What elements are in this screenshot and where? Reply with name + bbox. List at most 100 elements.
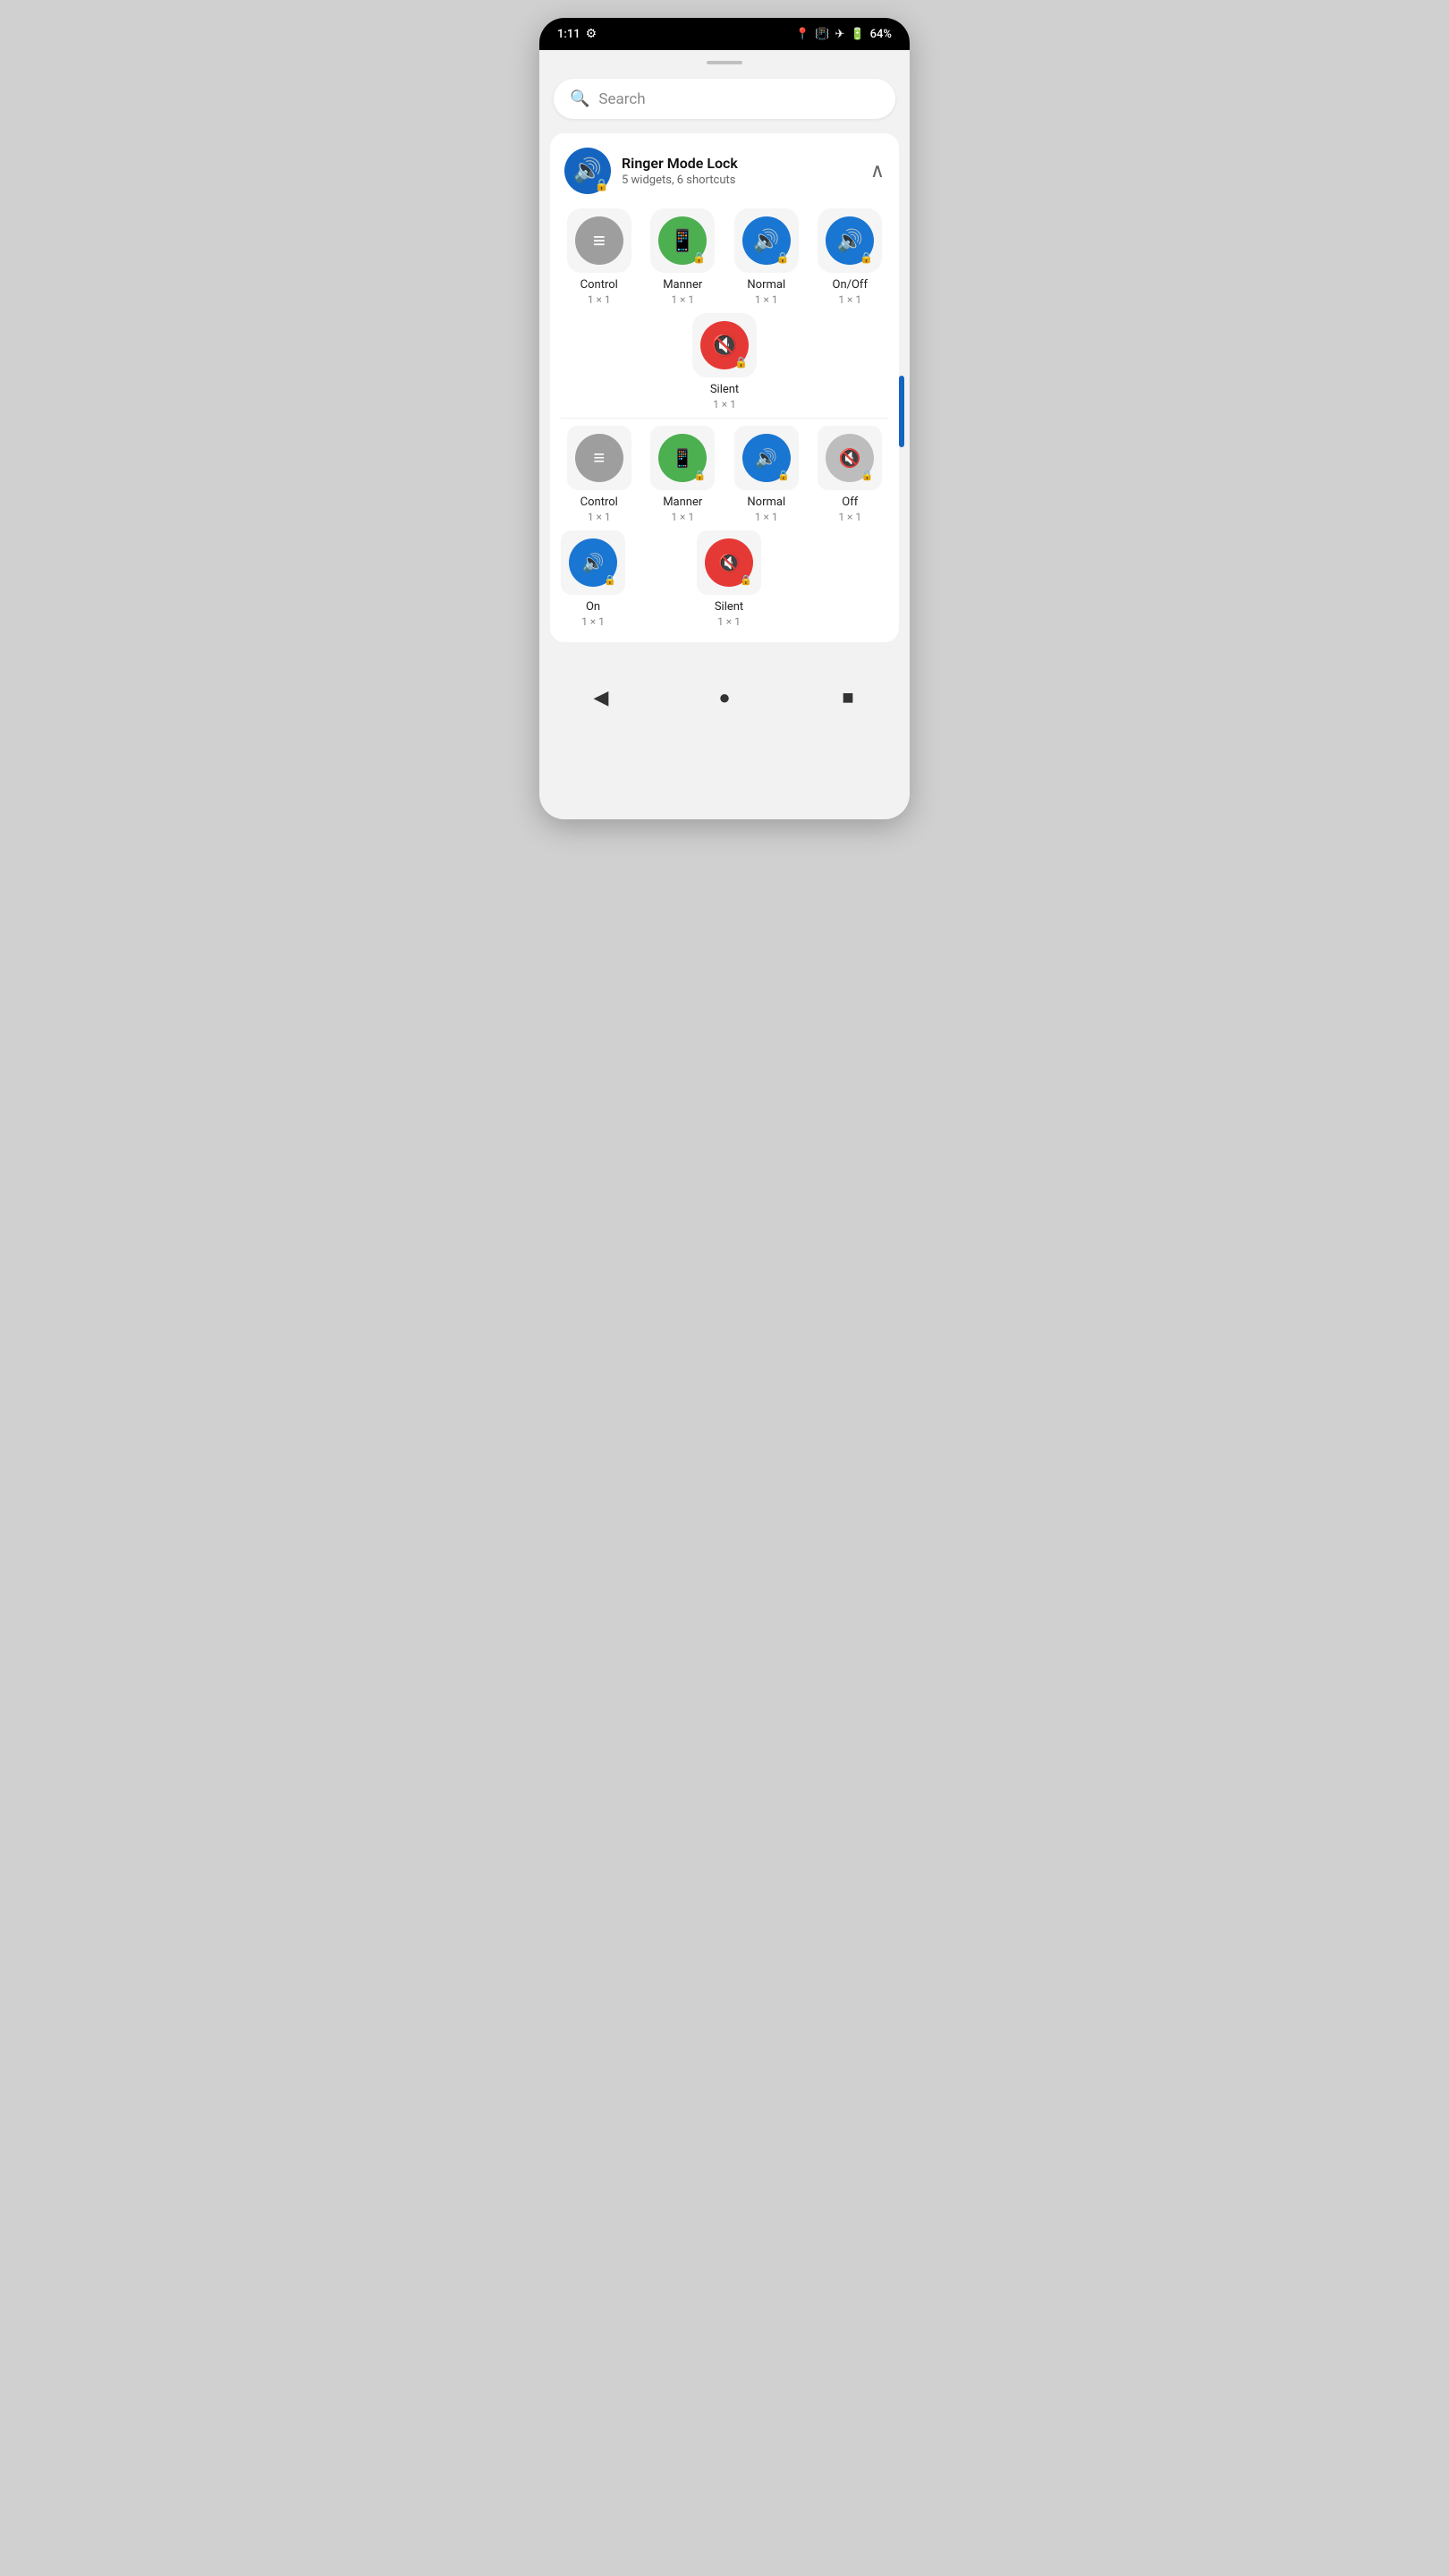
shortcut-normal-wrapper: 🔊 🔒	[734, 426, 799, 490]
shortcut-on[interactable]: 🔊 🔒 On 1 × 1	[561, 530, 625, 628]
widget-control-icon: ≡	[593, 228, 606, 254]
app-info: Ringer Mode Lock 5 widgets, 6 shortcuts	[622, 155, 738, 187]
widget-normal-size: 1 × 1	[755, 293, 778, 306]
shortcut-silent-icon: 🔇	[718, 552, 741, 573]
search-icon: 🔍	[570, 89, 589, 108]
collapse-icon[interactable]: ∧	[870, 160, 885, 182]
widget-silent-circle: 🔇 🔒	[700, 321, 749, 369]
widget-control-name: Control	[580, 278, 618, 292]
widget-onoff-icon: 🔊	[836, 228, 863, 253]
widget-normal-name: Normal	[747, 278, 785, 292]
widget-manner-wrapper: 📱 🔒	[650, 208, 715, 273]
widget-normal-circle: 🔊 🔒	[742, 216, 791, 265]
shortcut-control-size: 1 × 1	[588, 511, 611, 523]
settings-icon: ⚙	[586, 27, 597, 41]
widgets-grid-top: ≡ Control 1 × 1 📱 🔒 Manner 1 ×	[561, 208, 888, 306]
shortcut-manner-name: Manner	[663, 496, 702, 509]
search-box[interactable]: 🔍 Search	[554, 79, 895, 119]
widget-manner-size: 1 × 1	[671, 293, 694, 306]
widget-control[interactable]: ≡ Control 1 × 1	[561, 208, 638, 306]
app-header-left: 🔊 🔒 Ringer Mode Lock 5 widgets, 6 shortc…	[564, 148, 738, 194]
shortcut-manner-lock: 🔒	[694, 470, 707, 481]
airplane-icon: ✈	[835, 28, 845, 41]
status-right: 📍 📳 ✈ 🔋 64%	[795, 28, 892, 41]
recents-button[interactable]: ■	[830, 680, 866, 716]
shortcut-manner[interactable]: 📱 🔒 Manner 1 × 1	[645, 426, 722, 523]
back-button[interactable]: ◀	[583, 680, 619, 716]
shortcut-normal-lock: 🔒	[777, 470, 790, 481]
scrollbar[interactable]	[899, 376, 904, 447]
widget-silent[interactable]: 🔇 🔒 Silent 1 × 1	[692, 313, 757, 411]
shortcut-off-name: Off	[842, 496, 858, 509]
widget-onoff-lock: 🔒	[860, 251, 873, 264]
widget-manner-lock: 🔒	[692, 251, 706, 264]
home-button[interactable]: ●	[707, 680, 742, 716]
shortcut-silent-size: 1 × 1	[717, 615, 741, 628]
app-subtitle: 5 widgets, 6 shortcuts	[622, 174, 738, 187]
widget-control-wrapper: ≡	[567, 208, 631, 273]
shortcut-on-circle: 🔊 🔒	[569, 538, 617, 587]
app-title: Ringer Mode Lock	[622, 155, 738, 172]
shortcut-normal[interactable]: 🔊 🔒 Normal 1 × 1	[728, 426, 805, 523]
nav-bar: ◀ ● ■	[539, 671, 910, 730]
widget-normal-icon: 🔊	[753, 228, 780, 253]
widget-manner-circle: 📱 🔒	[658, 216, 707, 265]
shortcut-manner-size: 1 × 1	[671, 511, 694, 523]
widget-onoff-name: On/Off	[833, 278, 868, 292]
status-left: 1:11 ⚙	[557, 27, 597, 41]
widget-onoff-size: 1 × 1	[838, 293, 861, 306]
widget-manner-name: Manner	[663, 278, 702, 292]
shortcut-control-circle: ≡	[575, 434, 623, 482]
shortcut-manner-wrapper: 📱 🔒	[650, 426, 715, 490]
shortcut-on-size: 1 × 1	[581, 615, 605, 628]
phone-frame: 1:11 ⚙ 📍 📳 ✈ 🔋 64% 🔍 Search	[539, 18, 910, 819]
widget-onoff-circle: 🔊 🔒	[826, 216, 874, 265]
shortcut-control[interactable]: ≡ Control 1 × 1	[561, 426, 638, 523]
location-icon: 📍	[795, 28, 809, 41]
shortcut-off[interactable]: 🔇 🔒 Off 1 × 1	[812, 426, 889, 523]
shortcut-normal-name: Normal	[747, 496, 785, 509]
shortcut-silent[interactable]: 🔇 🔒 Silent 1 × 1	[697, 530, 761, 628]
battery-icon: 🔋	[850, 28, 864, 41]
widget-normal-wrapper: 🔊 🔒	[734, 208, 799, 273]
widget-manner[interactable]: 📱 🔒 Manner 1 × 1	[645, 208, 722, 306]
shortcuts-grid-bottom: 🔊 🔒 On 1 × 1 🔇 🔒 Silent	[561, 530, 888, 631]
shortcut-silent-circle: 🔇 🔒	[705, 538, 753, 587]
drag-handle-bar	[707, 61, 742, 64]
widget-silent-size: 1 × 1	[713, 398, 736, 411]
vibrate-icon: 📳	[815, 28, 829, 41]
time-display: 1:11	[557, 28, 580, 41]
shortcut-manner-icon: 📱	[672, 447, 694, 469]
shortcut-on-name: On	[586, 600, 600, 614]
search-placeholder: Search	[598, 90, 645, 108]
shortcut-off-wrapper: 🔇 🔒	[818, 426, 882, 490]
widget-onoff-wrapper: 🔊 🔒	[818, 208, 882, 273]
shortcut-silent-name: Silent	[715, 600, 743, 614]
widget-silent-wrapper: 🔇 🔒	[692, 313, 757, 377]
widgets-grid-center: 🔇 🔒 Silent 1 × 1	[561, 313, 888, 411]
lock-badge-icon: 🔒	[595, 179, 609, 192]
shortcut-silent-wrapper: 🔇 🔒	[697, 530, 761, 595]
widget-normal-lock: 🔒	[776, 251, 790, 264]
shortcut-control-name: Control	[580, 496, 618, 509]
widget-normal[interactable]: 🔊 🔒 Normal 1 × 1	[728, 208, 805, 306]
shortcut-off-icon: 🔇	[839, 447, 861, 469]
divider	[561, 418, 888, 419]
shortcut-off-size: 1 × 1	[838, 511, 861, 523]
shortcuts-grid-top: ≡ Control 1 × 1 📱 🔒 Manner 1 ×	[561, 426, 888, 523]
widget-control-size: 1 × 1	[588, 293, 611, 306]
widget-silent-lock: 🔒	[734, 356, 748, 369]
drag-handle[interactable]	[539, 50, 910, 72]
app-header: 🔊 🔒 Ringer Mode Lock 5 widgets, 6 shortc…	[561, 148, 888, 194]
shortcut-on-lock: 🔒	[604, 574, 616, 586]
shortcut-control-wrapper: ≡	[567, 426, 631, 490]
shortcut-on-wrapper: 🔊 🔒	[561, 530, 625, 595]
shortcut-off-circle: 🔇 🔒	[826, 434, 874, 482]
app-icon: 🔊 🔒	[564, 148, 611, 194]
widget-onoff[interactable]: 🔊 🔒 On/Off 1 × 1	[812, 208, 889, 306]
shortcut-control-icon: ≡	[593, 446, 605, 470]
app-section: 🔊 🔒 Ringer Mode Lock 5 widgets, 6 shortc…	[550, 133, 899, 642]
shortcut-on-icon: 🔊	[582, 552, 605, 573]
shortcut-normal-size: 1 × 1	[755, 511, 778, 523]
shortcut-normal-circle: 🔊 🔒	[742, 434, 791, 482]
